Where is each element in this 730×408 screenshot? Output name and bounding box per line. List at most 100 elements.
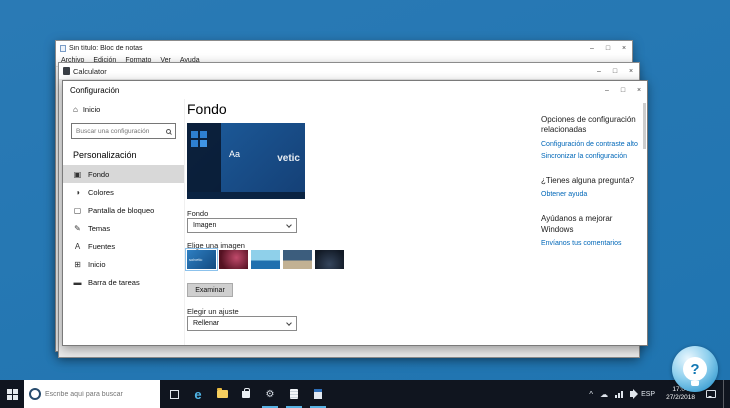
clock-date: 27/2/2018 bbox=[666, 394, 695, 401]
settings-taskbar-button[interactable]: ⚙ bbox=[258, 380, 282, 408]
sidebar-item-barra-de-tareas[interactable]: ▬ Barra de tareas bbox=[63, 273, 184, 291]
start-menu-icon: ⊞ bbox=[74, 259, 81, 269]
calculator-maximize-button[interactable]: □ bbox=[607, 63, 623, 79]
calculator-title: Calculator bbox=[73, 66, 107, 76]
settings-title: Configuración bbox=[70, 85, 120, 95]
lock-screen-icon: ▢ bbox=[73, 205, 82, 215]
show-desktop-button[interactable] bbox=[723, 380, 727, 408]
sidebar-item-temas[interactable]: ✎ Temas bbox=[63, 219, 184, 237]
home-icon: ⌂ bbox=[73, 105, 78, 114]
preview-tile bbox=[191, 131, 198, 138]
notepad-maximize-button[interactable]: □ bbox=[600, 41, 616, 55]
wallpaper-thumbnail-4[interactable] bbox=[283, 250, 312, 269]
fit-dropdown[interactable]: Rellenar bbox=[187, 316, 297, 331]
file-explorer-button[interactable] bbox=[210, 380, 234, 408]
sidebar-item-label: Fondo bbox=[88, 169, 110, 179]
taskbar-search-input[interactable] bbox=[45, 390, 160, 398]
tray-expand-icon[interactable]: ^ bbox=[589, 390, 593, 399]
onedrive-cloud-icon[interactable]: ☁ bbox=[600, 390, 608, 399]
background-label: Fondo bbox=[187, 209, 209, 218]
calculator-taskbar-icon bbox=[314, 389, 322, 399]
sidebar-item-label: Fuentes bbox=[88, 241, 116, 251]
language-indicator[interactable]: ESP bbox=[641, 391, 655, 398]
settings-search-input[interactable] bbox=[76, 127, 166, 135]
settings-scrollbar[interactable] bbox=[643, 103, 646, 149]
gear-icon: ⚙ bbox=[265, 388, 275, 400]
sidebar-section-title: Personalización bbox=[73, 150, 137, 160]
notepad-taskbar-button[interactable] bbox=[282, 380, 306, 408]
choose-image-label: Elige una imagen bbox=[187, 241, 245, 250]
settings-search-box[interactable] bbox=[71, 123, 176, 139]
background-type-dropdown[interactable]: Imagen bbox=[187, 218, 297, 233]
solvetic-watermark-logo: ? bbox=[672, 346, 718, 392]
colors-icon: ◑ bbox=[75, 187, 80, 197]
settings-close-button[interactable]: × bbox=[631, 81, 647, 99]
wallpaper-thumbnail-3[interactable] bbox=[251, 250, 280, 269]
sidebar-item-pantalla-de-bloqueo[interactable]: ▢ Pantalla de bloqueo bbox=[63, 201, 184, 219]
notepad-minimize-button[interactable]: – bbox=[584, 41, 600, 55]
background-icon: ▣ bbox=[73, 169, 82, 179]
notepad-icon bbox=[60, 44, 66, 52]
wallpaper-thumbnail-5[interactable] bbox=[315, 250, 344, 269]
network-icon[interactable] bbox=[615, 390, 624, 398]
task-view-icon bbox=[169, 389, 179, 399]
page-title: Fondo bbox=[187, 101, 227, 117]
notification-center-button[interactable] bbox=[706, 390, 716, 398]
high-contrast-link[interactable]: Configuración de contraste alto bbox=[541, 141, 643, 148]
sidebar-item-colores[interactable]: ◑ Colores bbox=[63, 183, 184, 201]
settings-body: ⌂ Inicio Personalización ▣ Fondo ◑ Color… bbox=[63, 99, 647, 345]
sidebar-home-label: Inicio bbox=[82, 105, 101, 114]
sidebar-item-label: Barra de tareas bbox=[88, 277, 140, 287]
sidebar-item-label: Pantalla de bloqueo bbox=[88, 205, 155, 215]
settings-titlebar[interactable]: Configuración – □ × bbox=[63, 81, 647, 99]
store-button[interactable] bbox=[234, 380, 258, 408]
settings-sidebar: ⌂ Inicio Personalización ▣ Fondo ◑ Color… bbox=[63, 99, 185, 345]
fit-value: Rellenar bbox=[193, 320, 220, 327]
taskbar-icons: e ⚙ bbox=[162, 380, 330, 408]
chevron-down-icon bbox=[286, 221, 292, 228]
background-type-value: Imagen bbox=[193, 222, 217, 229]
cortana-icon bbox=[29, 388, 41, 400]
volume-icon[interactable] bbox=[630, 389, 639, 399]
calculator-close-button[interactable]: × bbox=[623, 63, 639, 79]
thumbnail-watermark: solvetic bbox=[189, 257, 203, 262]
calculator-minimize-button[interactable]: – bbox=[591, 63, 607, 79]
chevron-down-icon bbox=[286, 319, 292, 326]
calculator-icon bbox=[63, 67, 70, 75]
start-button[interactable] bbox=[0, 380, 24, 408]
taskbar-search[interactable] bbox=[24, 380, 160, 408]
sidebar-home[interactable]: ⌂ Inicio bbox=[63, 101, 184, 118]
preview-tile bbox=[200, 140, 207, 147]
settings-minimize-button[interactable]: – bbox=[599, 81, 615, 99]
themes-icon: ✎ bbox=[74, 223, 81, 233]
calculator-titlebar[interactable]: Calculator – □ × bbox=[59, 63, 639, 79]
preview-sample-text: Aa bbox=[229, 149, 241, 159]
wallpaper-thumbnail-2[interactable] bbox=[219, 250, 248, 269]
get-help-link[interactable]: Obtener ayuda bbox=[541, 191, 643, 198]
sidebar-item-label: Colores bbox=[88, 187, 114, 197]
edge-button[interactable]: e bbox=[186, 380, 210, 408]
calculator-taskbar-button[interactable] bbox=[306, 380, 330, 408]
preview-taskbar bbox=[187, 192, 305, 199]
notepad-close-button[interactable]: × bbox=[616, 41, 632, 55]
settings-maximize-button[interactable]: □ bbox=[615, 81, 631, 99]
sidebar-item-fuentes[interactable]: A Fuentes bbox=[63, 237, 184, 255]
browse-button[interactable]: Examinar bbox=[187, 283, 233, 297]
settings-main: Fondo Aa vetic Fondo Imagen Elige una im… bbox=[185, 99, 647, 345]
preview-tile bbox=[200, 131, 207, 138]
sidebar-item-fondo[interactable]: ▣ Fondo bbox=[63, 165, 184, 183]
fit-label: Elegir un ajuste bbox=[187, 307, 239, 316]
task-view-button[interactable] bbox=[162, 380, 186, 408]
background-preview: Aa vetic bbox=[187, 123, 305, 199]
notepad-titlebar[interactable]: Sin título: Bloc de notas – □ × bbox=[56, 41, 632, 55]
feedback-link[interactable]: Envíanos tus comentarios bbox=[541, 240, 643, 247]
sidebar-item-inicio[interactable]: ⊞ Inicio bbox=[63, 255, 184, 273]
sidebar-item-label: Temas bbox=[88, 223, 111, 233]
wallpaper-thumbnail-1[interactable]: solvetic bbox=[185, 248, 218, 271]
improve-windows-title: Ayúdanos a mejorar Windows bbox=[541, 214, 613, 234]
sync-settings-link[interactable]: Sincronizar la configuración bbox=[541, 153, 643, 160]
desktop: Sin título: Bloc de notas – □ × Archivo … bbox=[0, 0, 730, 408]
sidebar-item-label: Inicio bbox=[88, 259, 106, 269]
settings-window: Configuración – □ × ⌂ Inicio Personaliza… bbox=[62, 80, 648, 346]
windows-logo-icon bbox=[6, 388, 18, 400]
